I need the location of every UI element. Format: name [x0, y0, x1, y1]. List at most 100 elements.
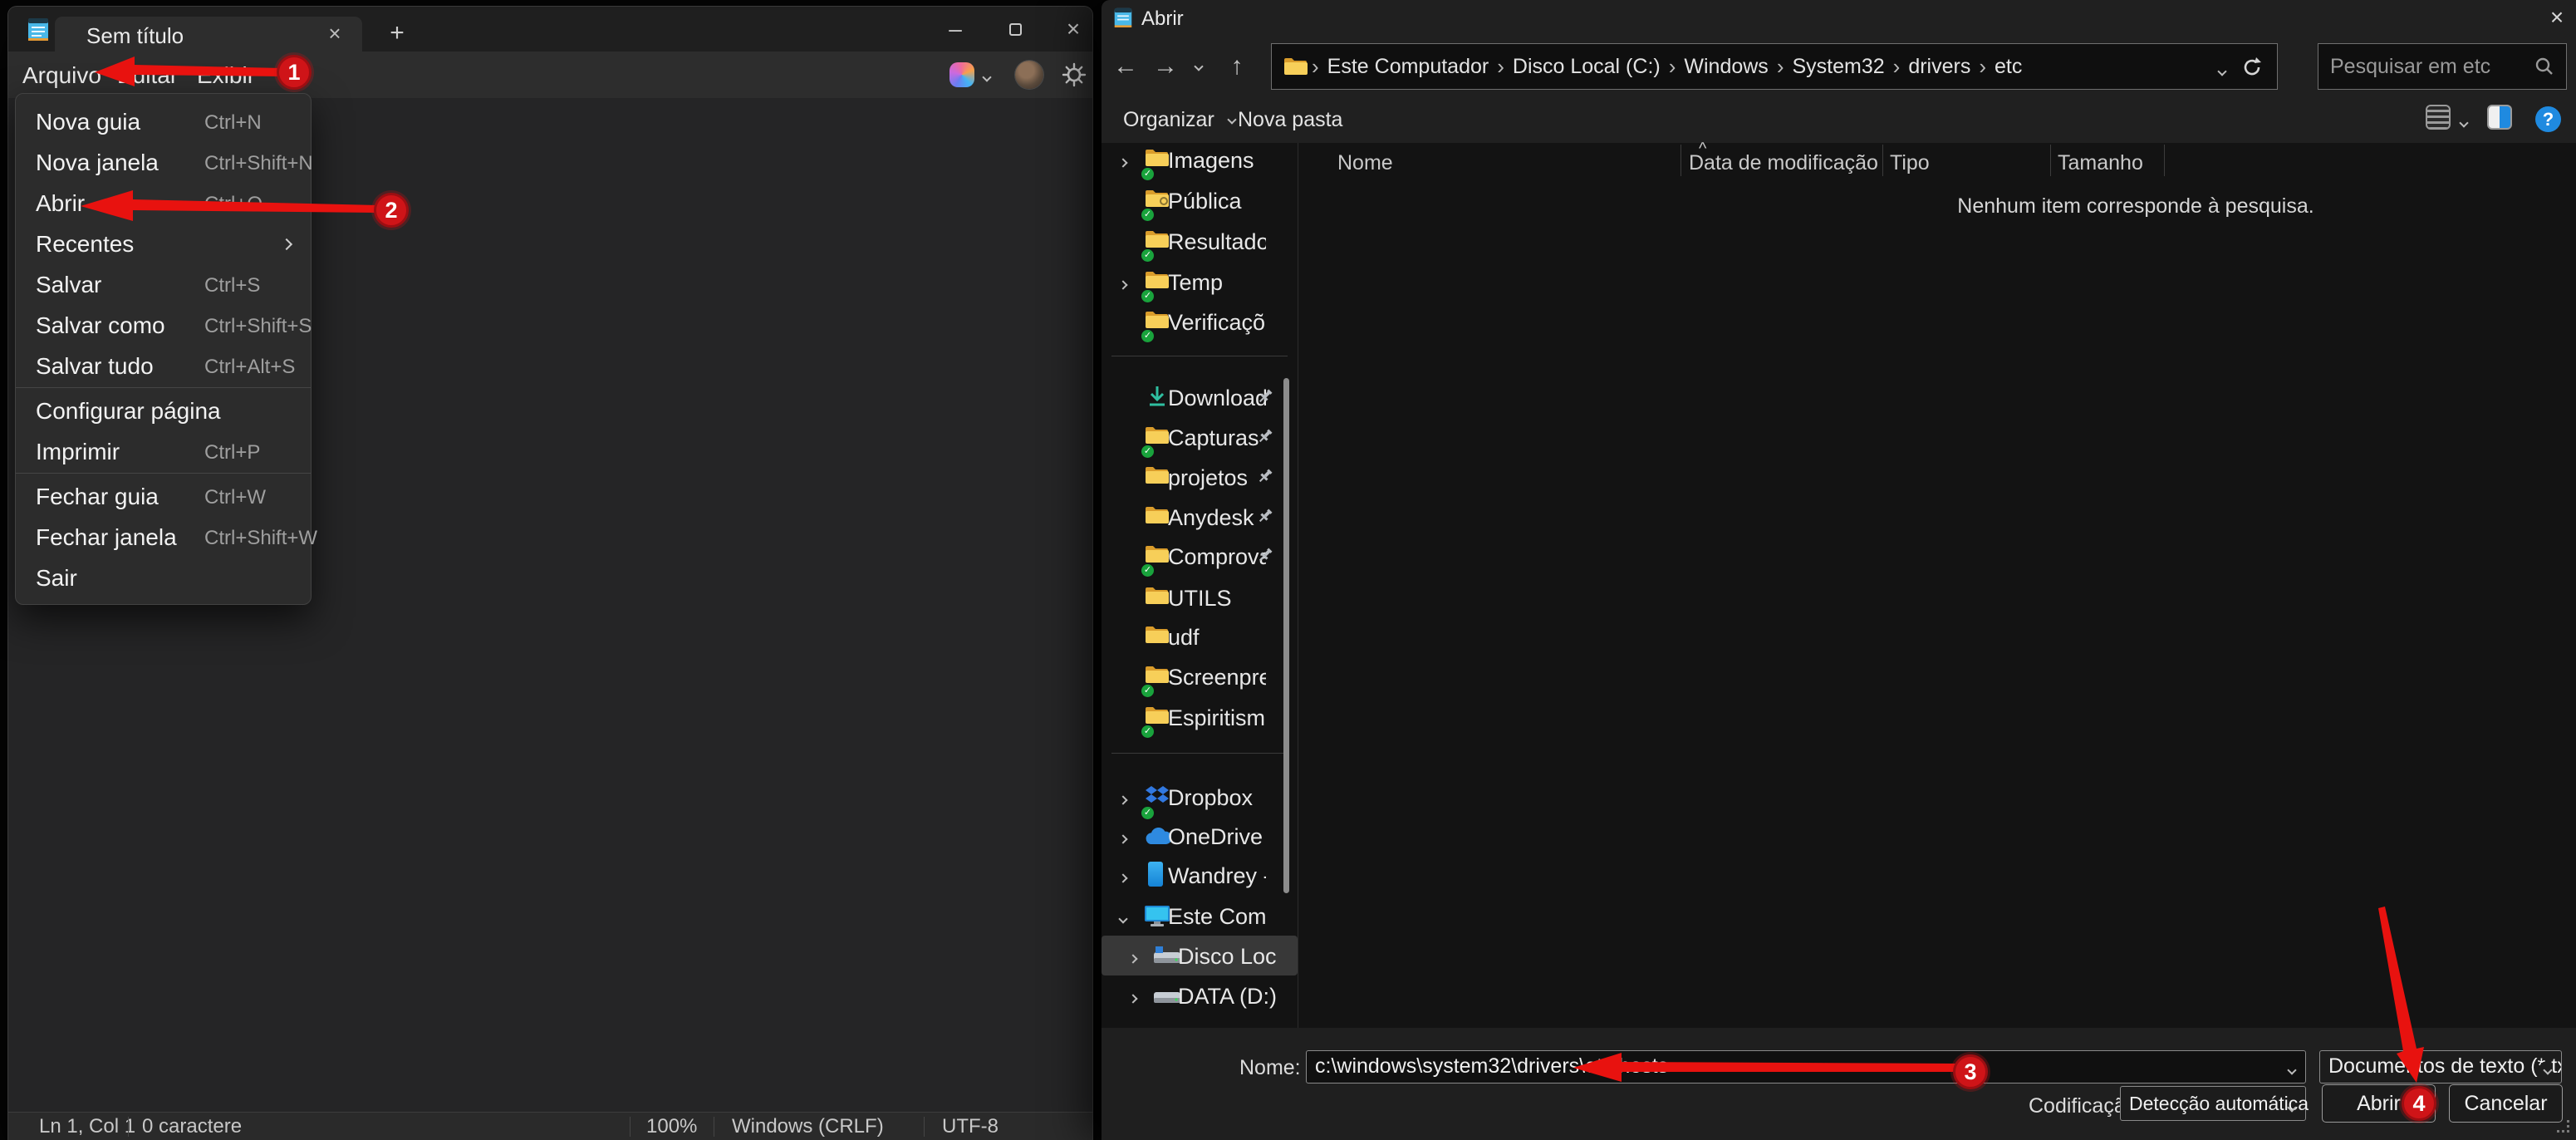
breadcrumb-este-computador[interactable]: Este Computador: [1322, 55, 1494, 79]
maximize-button[interactable]: [991, 7, 1039, 52]
sidebar-item-capturas[interactable]: ✓ Capturas de t: [1102, 417, 1298, 457]
recent-locations-button[interactable]: [1186, 49, 1211, 84]
pin-icon: [1256, 427, 1274, 445]
expand-chevron-icon[interactable]: [1120, 871, 1126, 886]
cancel-button[interactable]: Cancelar: [2449, 1084, 2563, 1123]
status-line-ending[interactable]: Windows (CRLF): [732, 1116, 884, 1138]
dialog-content: ✓ Imagens ✓ Pública ✓ Resultado avali ✓ …: [1102, 143, 2576, 1028]
expand-chevron-icon[interactable]: [1130, 951, 1136, 966]
menu-item-recentes[interactable]: Recentes: [16, 223, 311, 263]
sidebar-item-anydesk[interactable]: Anydesk: [1102, 497, 1298, 537]
step-3-badge: 3: [1953, 1054, 1988, 1089]
sidebar-item-disco-local-c[interactable]: Disco Local (C:): [1102, 936, 1298, 975]
status-encoding[interactable]: UTF-8: [942, 1116, 999, 1138]
address-dropdown-chevron-icon[interactable]: [2219, 64, 2225, 79]
folder-icon: [1145, 474, 1170, 489]
copilot-chevron-icon[interactable]: [984, 70, 990, 85]
tab-sem-titulo[interactable]: Sem título ×: [55, 17, 362, 52]
sidebar-item-espiritismo[interactable]: ✓ Espiritismo: [1102, 697, 1298, 737]
filename-input[interactable]: c:\windows\system32\drivers\etc\hosts: [1306, 1050, 2306, 1083]
back-icon: ←: [1113, 52, 1138, 81]
expand-chevron-icon[interactable]: [1120, 278, 1126, 292]
menu-item-nova-guia[interactable]: Nova guia Ctrl+N: [16, 101, 311, 141]
column-header-tamanho[interactable]: Tamanho: [2058, 151, 2143, 175]
sidebar-item-projetos[interactable]: projetos: [1102, 457, 1298, 497]
breadcrumb-windows[interactable]: Windows: [1679, 55, 1773, 79]
sidebar-item-imagens[interactable]: ✓ Imagens: [1102, 140, 1298, 179]
status-zoom-level[interactable]: 100%: [646, 1116, 697, 1138]
minimize-button[interactable]: –: [931, 7, 979, 52]
menu-item-abrir[interactable]: Abrir Ctrl+O: [16, 182, 311, 223]
sidebar-item-phone[interactable]: Wandrey - Galax: [1102, 855, 1298, 895]
close-button[interactable]: ×: [1049, 7, 1097, 52]
crumb-separator: ›: [1494, 54, 1508, 80]
menu-arquivo[interactable]: Arquivo: [19, 61, 105, 90]
menu-exibir[interactable]: Exibir: [194, 61, 258, 90]
expand-chevron-icon[interactable]: [1120, 155, 1126, 170]
column-header-tipo[interactable]: Tipo: [1890, 151, 1930, 175]
menu-item-fechar-guia[interactable]: Fechar guia Ctrl+W: [16, 475, 311, 516]
sidebar-item-este-computador[interactable]: Este Computador: [1102, 896, 1298, 936]
breadcrumb-disco-local[interactable]: Disco Local (C:): [1508, 55, 1666, 79]
view-mode-button[interactable]: [2426, 105, 2451, 134]
sidebar-item-comprovante[interactable]: ✓ Comprovante: [1102, 536, 1298, 576]
breadcrumb-etc[interactable]: etc: [1990, 55, 2027, 79]
tab-close-icon[interactable]: ×: [321, 20, 349, 48]
menu-item-salvar-tudo[interactable]: Salvar tudo Ctrl+Alt+S: [16, 345, 311, 386]
new-folder-button[interactable]: Nova pasta: [1238, 106, 1342, 134]
dialog-close-button[interactable]: ×: [2539, 2, 2575, 35]
forward-button[interactable]: →: [1148, 49, 1183, 84]
file-menu-dropdown: Nova guia Ctrl+N Nova janela Ctrl+Shift+…: [15, 93, 312, 605]
settings-gear-icon[interactable]: [1062, 62, 1087, 87]
expand-chevron-icon[interactable]: [1120, 793, 1126, 808]
encoding-select[interactable]: Detecção automática: [2120, 1086, 2306, 1121]
view-mode-chevron-icon[interactable]: [2461, 115, 2467, 130]
breadcrumb-system32[interactable]: System32: [1787, 55, 1889, 79]
sidebar-item-onedrive[interactable]: OneDrive - UNIM: [1102, 816, 1298, 856]
resize-grip[interactable]: [2557, 1120, 2570, 1133]
menu-item-salvar-como[interactable]: Salvar como Ctrl+Shift+S: [16, 304, 311, 345]
preview-pane-button[interactable]: [2487, 105, 2512, 134]
copilot-icon[interactable]: [949, 62, 974, 87]
filename-dropdown-chevron-icon[interactable]: [2289, 1063, 2295, 1078]
collapse-chevron-icon[interactable]: [1120, 912, 1126, 926]
synced-check-icon: ✓: [1141, 330, 1154, 342]
synced-check-icon: ✓: [1141, 685, 1154, 697]
breadcrumb-drivers[interactable]: drivers: [1903, 55, 1975, 79]
sidebar-item-temp[interactable]: ✓ Temp: [1102, 262, 1298, 302]
search-input[interactable]: Pesquisar em etc: [2318, 43, 2567, 90]
sidebar-item-data-d[interactable]: DATA (D:): [1102, 975, 1298, 1015]
desktop: Sem título × + – × Arquivo Editar Exibir: [0, 0, 2576, 1140]
menu-item-salvar[interactable]: Salvar Ctrl+S: [16, 263, 311, 304]
filetype-select[interactable]: Documentos de texto (*.txt): [2319, 1050, 2562, 1083]
menu-item-configurar-pagina[interactable]: Configurar página: [16, 390, 311, 430]
search-icon[interactable]: [2534, 57, 2554, 76]
column-header-nome[interactable]: Nome: [1337, 151, 1393, 175]
back-button[interactable]: ←: [1108, 49, 1143, 84]
menu-item-sair[interactable]: Sair: [16, 557, 311, 597]
sidebar-item-utils[interactable]: UTILS: [1102, 577, 1298, 617]
user-avatar[interactable]: [1015, 61, 1043, 89]
sidebar-item-screenpresso[interactable]: ✓ Screenpresso: [1102, 656, 1298, 696]
sidebar-item-downloads[interactable]: Downloads: [1102, 377, 1298, 417]
up-button[interactable]: ↑: [1219, 49, 1254, 84]
menu-item-nova-janela[interactable]: Nova janela Ctrl+Shift+N: [16, 141, 311, 182]
column-header-modificacao[interactable]: Data de modificação: [1689, 151, 1878, 175]
address-bar[interactable]: › Este Computador › Disco Local (C:) › W…: [1271, 43, 2278, 90]
step-2-badge: 2: [374, 193, 409, 228]
sidebar-item-publica[interactable]: ✓ Pública: [1102, 180, 1298, 220]
expand-chevron-icon[interactable]: [1120, 832, 1126, 847]
new-tab-button[interactable]: +: [380, 18, 414, 50]
organize-button[interactable]: Organizar: [1123, 106, 1235, 134]
refresh-icon[interactable]: [2240, 56, 2264, 79]
menu-editar[interactable]: Editar: [114, 61, 181, 90]
sidebar-item-verificacoes[interactable]: ✓ Verificações: [1102, 302, 1298, 342]
expand-chevron-icon[interactable]: [1130, 991, 1136, 1006]
sidebar-item-udf[interactable]: udf: [1102, 617, 1298, 656]
menu-item-fechar-janela[interactable]: Fechar janela Ctrl+Shift+W: [16, 516, 311, 557]
help-button[interactable]: ?: [2535, 106, 2561, 132]
sidebar-item-resultado[interactable]: ✓ Resultado avali: [1102, 221, 1298, 261]
sidebar-scrollbar[interactable]: [1283, 378, 1289, 893]
sidebar-item-dropbox[interactable]: ✓ Dropbox: [1102, 777, 1298, 817]
menu-item-imprimir[interactable]: Imprimir Ctrl+P: [16, 430, 311, 471]
